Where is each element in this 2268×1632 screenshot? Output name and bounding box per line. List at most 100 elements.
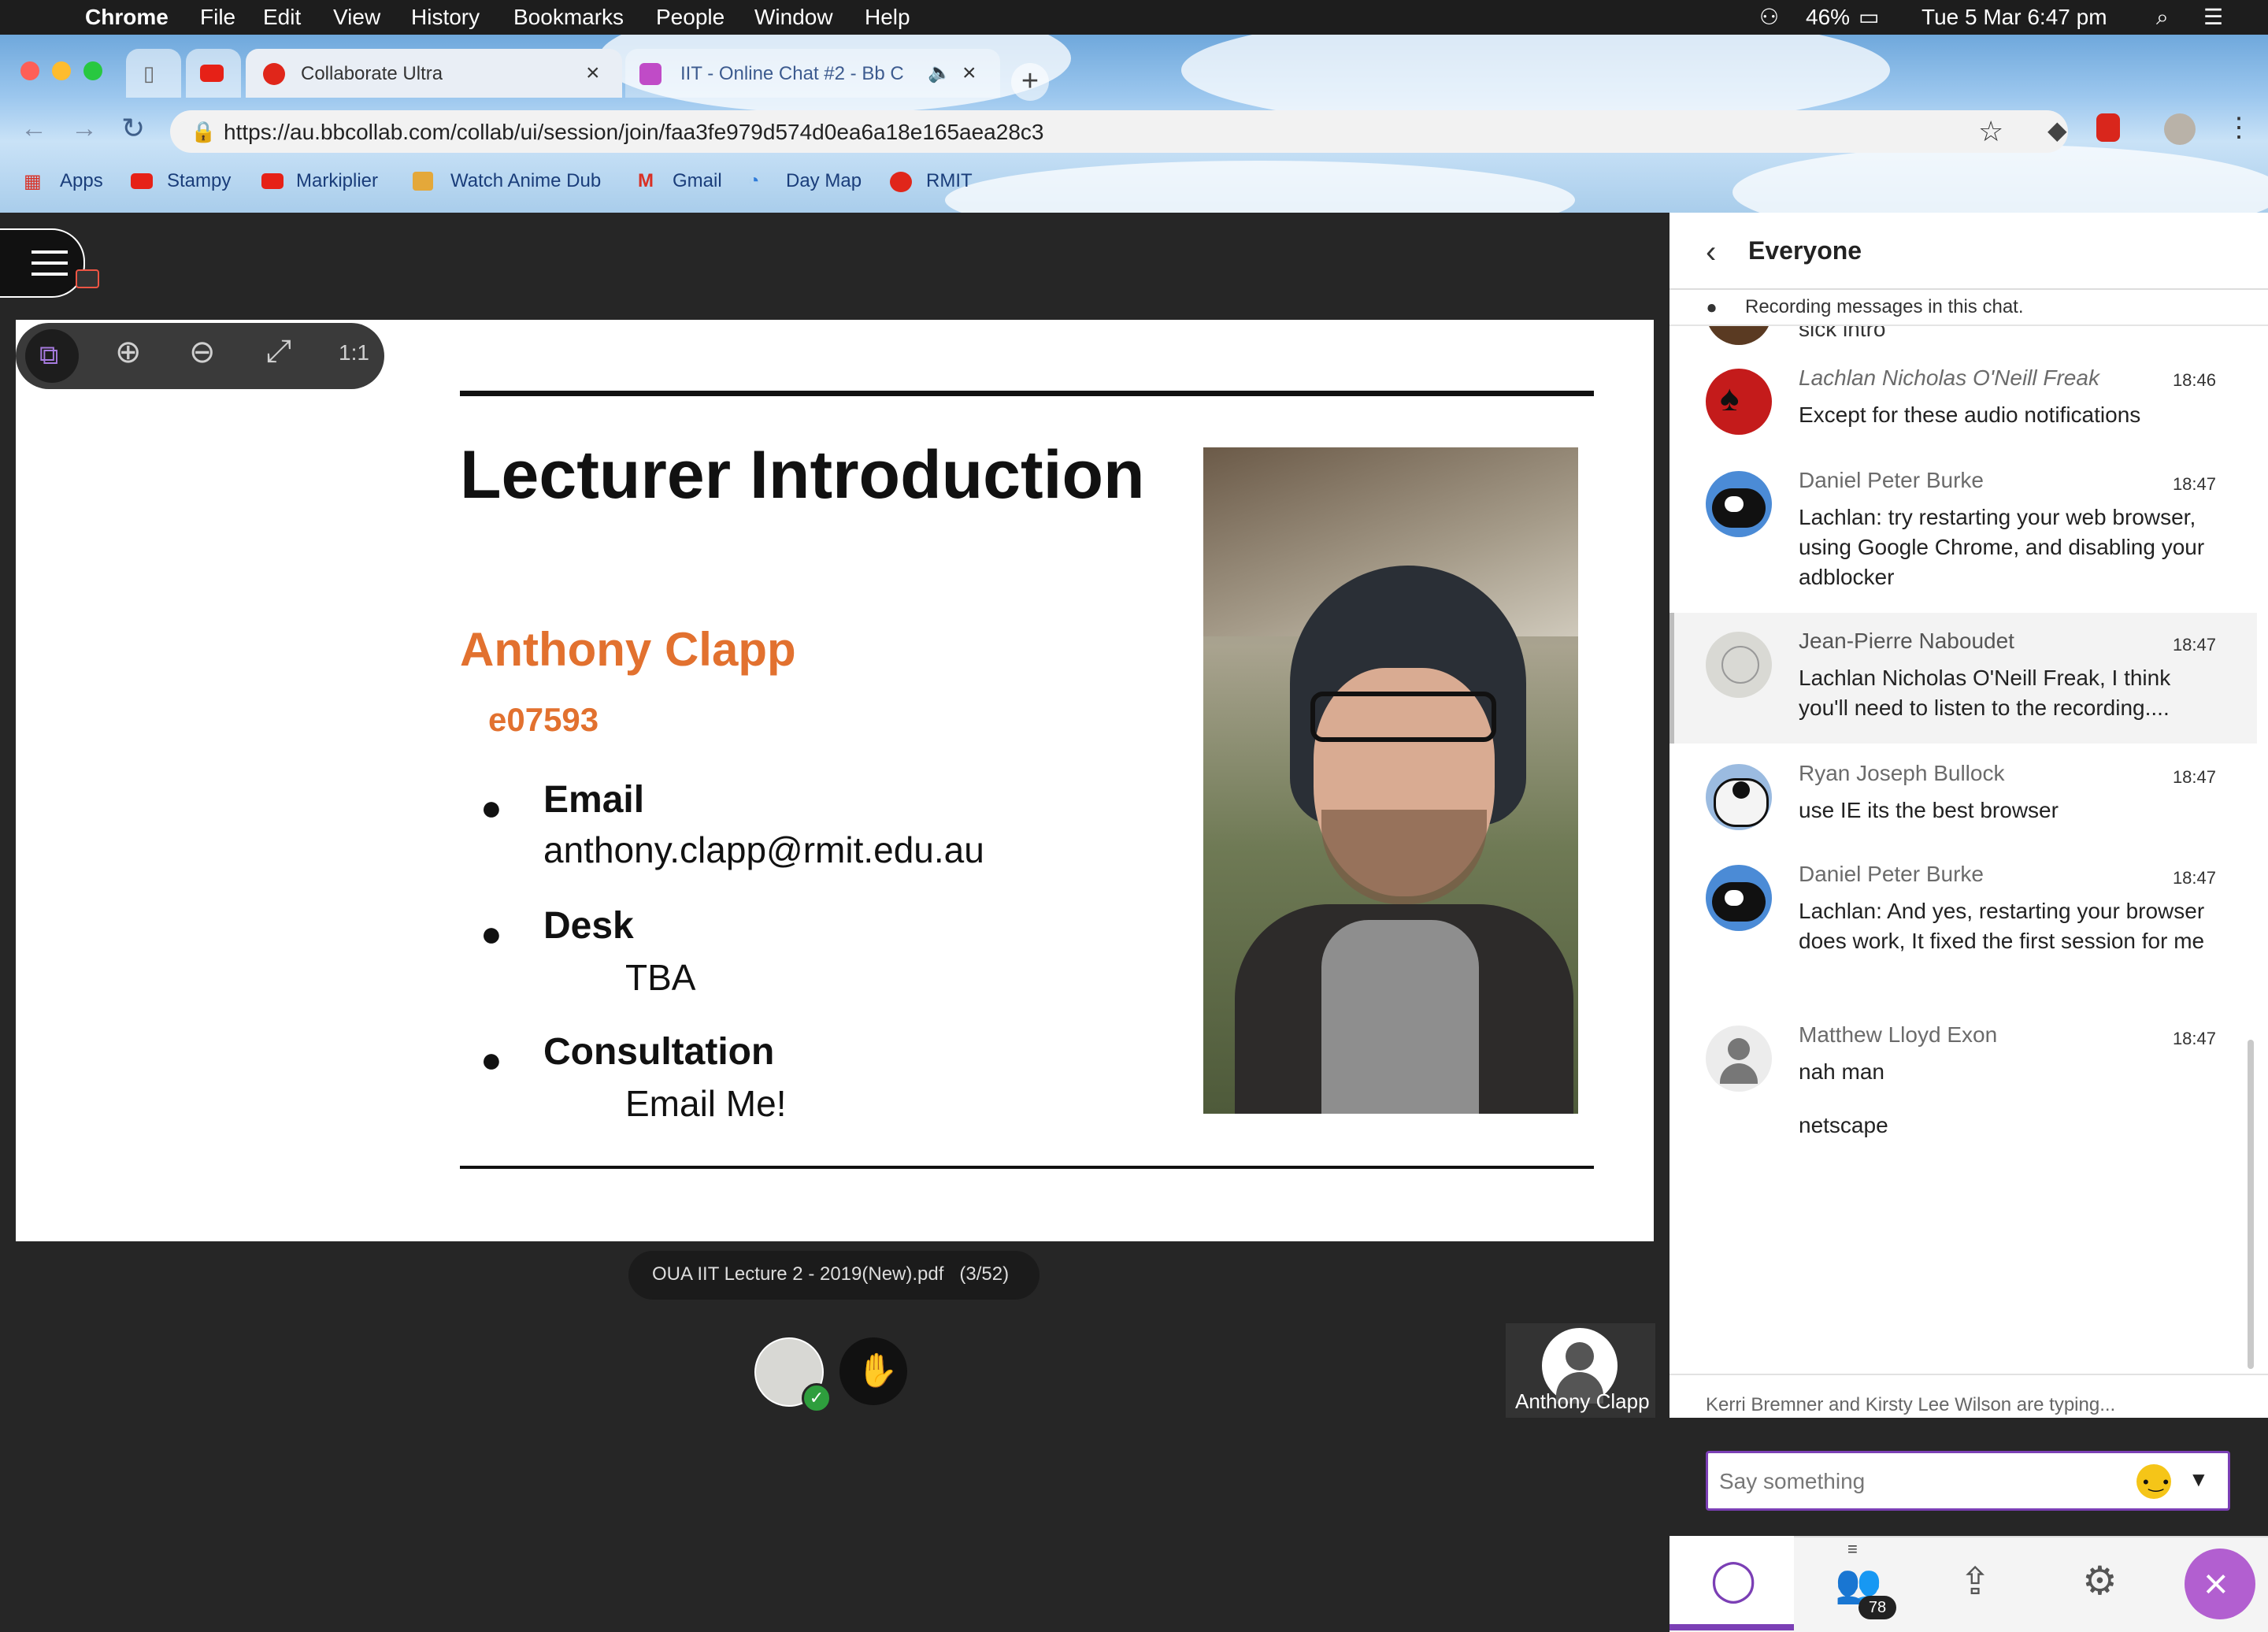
menu-history[interactable]: History bbox=[411, 5, 480, 30]
zoom-in-icon[interactable]: ⊕ bbox=[115, 334, 159, 378]
fit-to-screen-icon[interactable]: ⤢ bbox=[266, 334, 310, 378]
notification-center-icon[interactable]: ☰ bbox=[2203, 5, 2223, 30]
spotlight-search-icon[interactable]: ⌕ bbox=[2156, 5, 2169, 30]
drag-handle-icon[interactable]: ≡ bbox=[1847, 1539, 1858, 1560]
address-bar[interactable]: 🔒 https://au.bbcollab.com/collab/ui/sess… bbox=[170, 110, 2068, 153]
lecturer-photo bbox=[1203, 447, 1578, 1114]
file-icon: ▯ bbox=[143, 61, 155, 85]
bullet: ● bbox=[480, 1039, 502, 1080]
rmit-icon bbox=[890, 172, 912, 192]
reload-icon[interactable]: ↻ bbox=[121, 112, 145, 145]
theme-cloud bbox=[945, 161, 1575, 213]
new-tab-button[interactable]: + bbox=[1011, 63, 1049, 101]
share-icon: ⇪ bbox=[1959, 1561, 1992, 1603]
youtube-icon bbox=[261, 173, 284, 189]
forward-icon[interactable]: → bbox=[71, 113, 98, 144]
glasses-shape bbox=[1310, 692, 1496, 742]
apps-grid-icon[interactable]: ▦ bbox=[24, 170, 42, 193]
browser-chrome: ▯ Collaborate Ultra × IIT - Online Chat … bbox=[0, 35, 2268, 213]
theme-cloud bbox=[1732, 145, 2268, 213]
close-icon: × bbox=[2203, 1560, 2229, 1608]
slide-zoom-toolbar: ⧉ ⊕ ⊖ ⤢ 1:1 bbox=[16, 323, 384, 389]
tab-online-chat[interactable]: IIT - Online Chat #2 - Bb C 🔈 × bbox=[625, 49, 1000, 98]
menu-app-name[interactable]: Chrome bbox=[85, 5, 169, 30]
url-text[interactable]: https://au.bbcollab.com/collab/ui/sessio… bbox=[224, 120, 1043, 145]
bookmark-apps[interactable]: Apps bbox=[60, 170, 103, 192]
bookmark-rmit[interactable]: RMIT bbox=[926, 170, 973, 192]
adblock-icon[interactable] bbox=[2096, 113, 2120, 142]
menu-people[interactable]: People bbox=[656, 5, 724, 30]
message-time: 18:47 bbox=[2172, 868, 2216, 888]
window-close-button[interactable] bbox=[20, 61, 39, 80]
back-chevron-icon[interactable]: ‹ bbox=[1706, 235, 1716, 270]
bookmark-star-icon[interactable]: ☆ bbox=[1978, 115, 2003, 148]
gmail-icon: M bbox=[638, 170, 654, 191]
chat-message-list[interactable]: sick intro ♠ Lachlan Nicholas O'Neill Fr… bbox=[1670, 326, 2268, 1374]
emoji-icon[interactable]: •‿• bbox=[2136, 1464, 2171, 1499]
message-text: Except for these audio notifications bbox=[1799, 402, 2141, 427]
bookmark-gmail[interactable]: Gmail bbox=[673, 170, 722, 192]
my-avatar[interactable]: ✓ bbox=[754, 1337, 832, 1413]
email-value: anthony.clapp@rmit.edu.au bbox=[543, 829, 984, 870]
clock[interactable]: Tue 5 Mar 6:47 pm bbox=[1922, 5, 2107, 30]
message-time: 18:47 bbox=[2172, 767, 2216, 787]
tab-settings[interactable]: ⚙ bbox=[2043, 1536, 2167, 1630]
tab-chat[interactable]: ◯ bbox=[1670, 1536, 1794, 1630]
menu-file[interactable]: File bbox=[200, 5, 235, 30]
avatar bbox=[1706, 764, 1772, 830]
extension-icon[interactable]: ◆ bbox=[2048, 115, 2067, 145]
message-text: netscape bbox=[1799, 1113, 1888, 1137]
tab-share-content[interactable]: ⇪ bbox=[1918, 1536, 2043, 1630]
tab-collaborate-ultra[interactable]: Collaborate Ultra × bbox=[246, 49, 622, 98]
presenter-tile[interactable]: Anthony Clapp bbox=[1506, 1323, 1655, 1418]
raise-hand-button[interactable]: ✋ bbox=[839, 1337, 907, 1405]
chat-message: Daniel Peter Burke 18:47 Lachlan: And ye… bbox=[1670, 862, 2252, 999]
consultation-label: Consultation bbox=[543, 1031, 775, 1073]
rmit-icon bbox=[263, 63, 285, 85]
chevron-down-icon[interactable]: ▼ bbox=[2188, 1467, 2209, 1492]
menu-bookmarks[interactable]: Bookmarks bbox=[513, 5, 624, 30]
profile-avatar[interactable] bbox=[2164, 113, 2196, 145]
avatar: ♠ bbox=[1706, 369, 1772, 435]
annotate-icon[interactable]: ⧉ bbox=[25, 329, 79, 383]
hamburger-icon bbox=[32, 250, 68, 254]
chrome-menu-icon[interactable]: ⋮ bbox=[2225, 112, 2252, 143]
window-minimize-button[interactable] bbox=[52, 61, 71, 80]
actual-size-icon[interactable]: 1:1 bbox=[339, 340, 383, 384]
session-menu-button[interactable] bbox=[0, 228, 99, 298]
macos-menu-bar: Chrome File Edit View History Bookmarks … bbox=[0, 0, 2268, 35]
menu-edit[interactable]: Edit bbox=[263, 5, 301, 30]
tab-close-icon[interactable]: × bbox=[586, 60, 600, 87]
bookmark-day-map[interactable]: Day Map bbox=[786, 170, 862, 192]
window-zoom-button[interactable] bbox=[83, 61, 102, 80]
menu-view[interactable]: View bbox=[333, 5, 380, 30]
recording-icon: ⏺ bbox=[1707, 298, 1717, 317]
message-text: Lachlan: And yes, restarting your browse… bbox=[1799, 899, 2205, 953]
message-text: Lachlan: try restarting your web browser… bbox=[1799, 505, 2205, 589]
menu-help[interactable]: Help bbox=[865, 5, 910, 30]
message-time: 18:46 bbox=[2172, 370, 2216, 390]
menu-window[interactable]: Window bbox=[754, 5, 833, 30]
tab-attendees[interactable]: ≡ 👥 78 bbox=[1794, 1536, 1918, 1630]
chat-scrollbar[interactable] bbox=[2248, 1040, 2254, 1369]
creative-cloud-icon[interactable]: ⚇ bbox=[1759, 5, 1779, 30]
zoom-out-icon[interactable]: ⊖ bbox=[189, 334, 233, 378]
battery-icon[interactable]: ▭ bbox=[1858, 5, 1879, 30]
recording-notice: Recording messages in this chat. bbox=[1745, 296, 2024, 317]
tab-close-icon[interactable]: × bbox=[962, 60, 976, 87]
bookmark-stampy[interactable]: Stampy bbox=[167, 170, 231, 192]
bookmark-watch-anime-dub[interactable]: Watch Anime Dub bbox=[450, 170, 601, 192]
tab-title: IIT - Online Chat #2 - Bb C bbox=[680, 63, 904, 84]
message-author: Jean-Pierre Naboudet bbox=[1799, 629, 2014, 653]
beard-shape bbox=[1321, 810, 1487, 904]
file-label: OUA IIT Lecture 2 - 2019(New).pdf (3/52) bbox=[652, 1263, 1010, 1285]
battery-percent: 46% bbox=[1806, 5, 1851, 29]
pinned-tab-youtube[interactable] bbox=[186, 49, 241, 98]
bookmark-markiplier[interactable]: Markiplier bbox=[296, 170, 378, 192]
back-icon[interactable]: ← bbox=[20, 113, 47, 144]
pinned-tab-blank[interactable]: ▯ bbox=[126, 49, 181, 98]
close-panel-button[interactable]: × bbox=[2185, 1549, 2255, 1619]
avatar bbox=[1706, 632, 1772, 698]
chat-input[interactable]: Say something •‿• ▼ bbox=[1706, 1451, 2230, 1511]
audio-playing-icon[interactable]: 🔈 bbox=[928, 61, 951, 84]
